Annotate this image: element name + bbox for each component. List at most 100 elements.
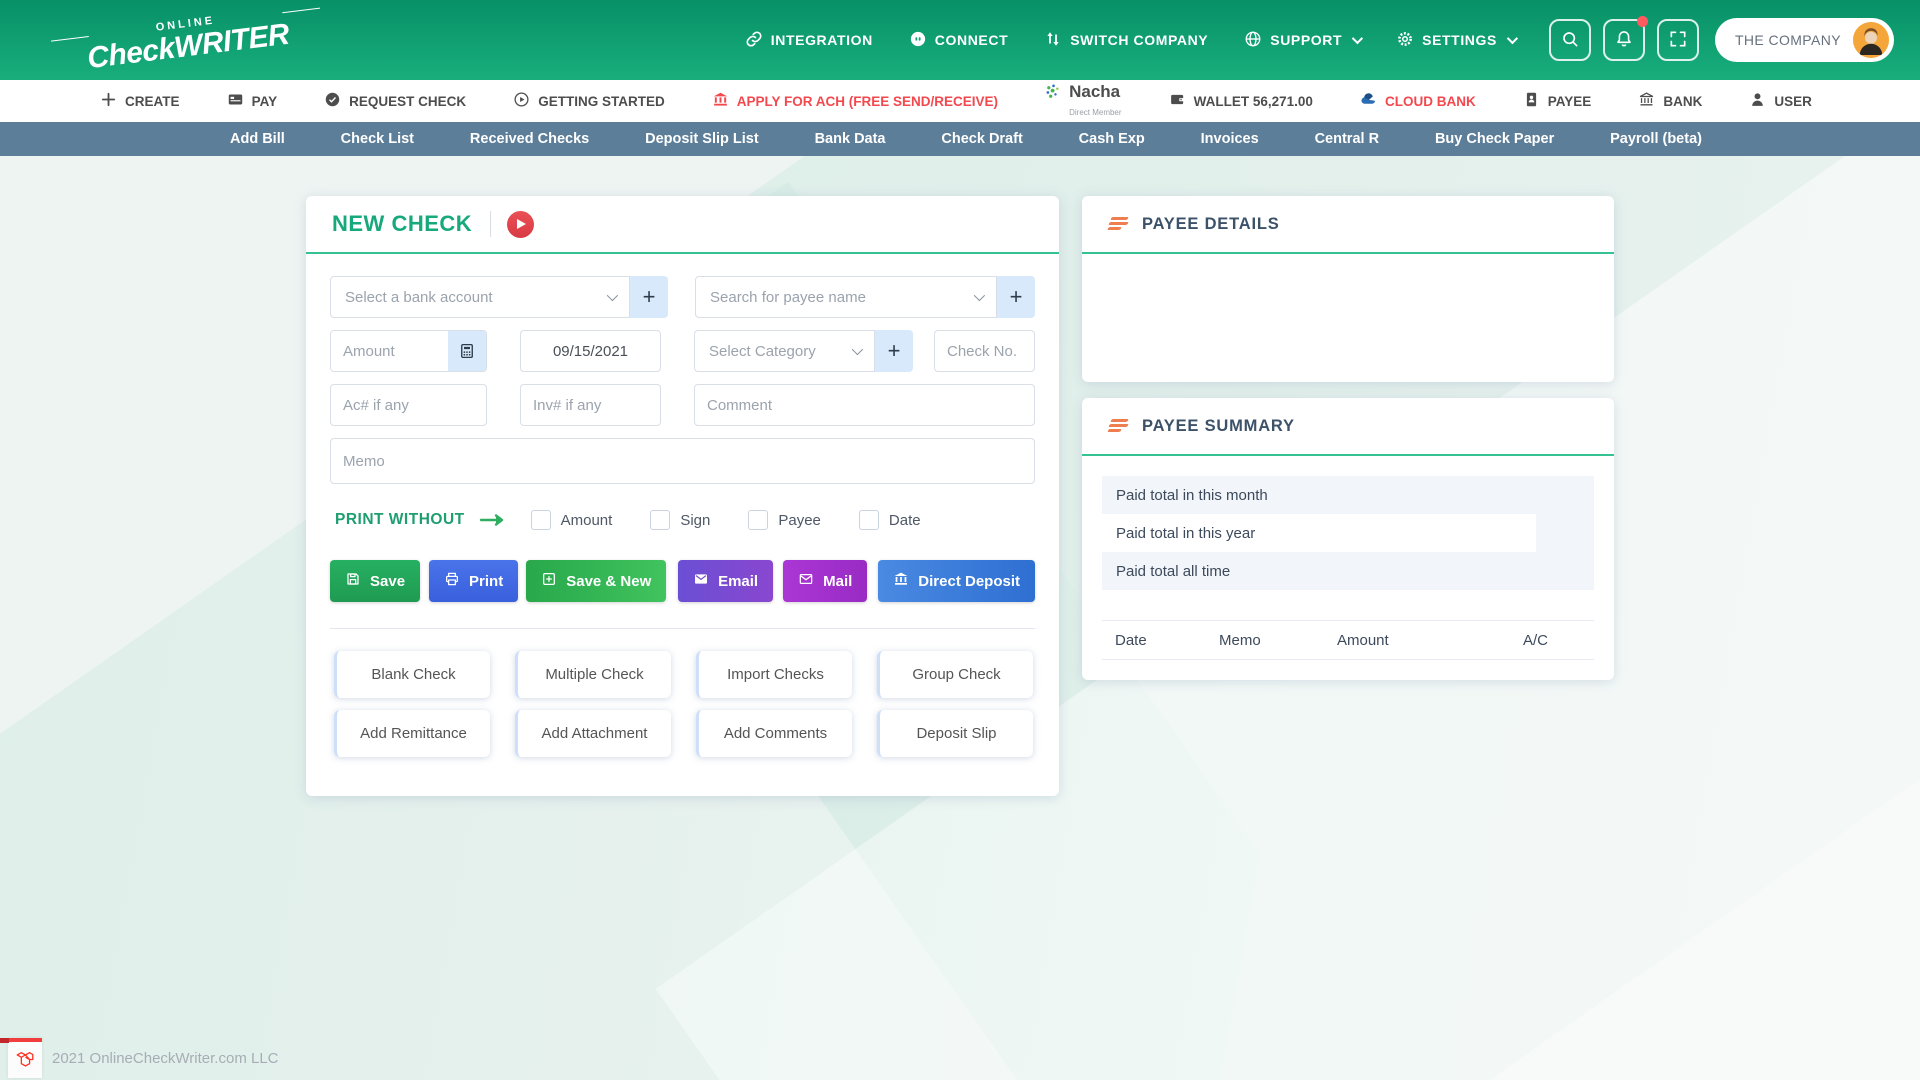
checkbox[interactable]: [748, 510, 768, 530]
bank-account-placeholder: Select a bank account: [345, 289, 493, 306]
email-button[interactable]: Email: [678, 560, 773, 602]
amount-input[interactable]: [331, 331, 448, 371]
toolbar-apply-ach[interactable]: APPLY FOR ACH (FREE SEND/RECEIVE): [712, 91, 998, 111]
button-label: Mail: [823, 573, 852, 590]
header-icon-buttons: [1549, 19, 1699, 61]
toolbar-user[interactable]: USER: [1749, 91, 1812, 111]
bank-account-select[interactable]: Select a bank account: [330, 276, 630, 318]
laravel-icon[interactable]: [8, 1038, 42, 1078]
nav-switch-company[interactable]: SWITCH COMPANY: [1044, 30, 1208, 51]
subnav-bank-data[interactable]: Bank Data: [815, 131, 886, 147]
button-label: Email: [718, 573, 758, 590]
subnav-invoices[interactable]: Invoices: [1201, 131, 1259, 147]
checkbox-date[interactable]: Date: [859, 510, 921, 530]
checkbox[interactable]: [859, 510, 879, 530]
calculator-icon[interactable]: [448, 331, 486, 371]
toolbar-label: CLOUD BANK: [1385, 94, 1476, 109]
nav-support[interactable]: SUPPORT: [1244, 30, 1360, 51]
cloud-icon: [1360, 91, 1377, 111]
checkbox[interactable]: [531, 510, 551, 530]
new-check-card: NEW CHECK Select a bank account + Search…: [306, 196, 1059, 796]
save-button[interactable]: Save: [330, 560, 420, 602]
mail-button[interactable]: Mail: [783, 560, 867, 602]
checkbox[interactable]: [650, 510, 670, 530]
divider: [490, 211, 491, 237]
toolbar-request-check[interactable]: REQUEST CHECK: [324, 91, 466, 111]
bank-icon: [1638, 91, 1655, 111]
toolbar-pay[interactable]: PAY: [227, 91, 278, 111]
date-input[interactable]: [520, 330, 661, 372]
direct-deposit-button[interactable]: Direct Deposit: [878, 560, 1035, 602]
column-header-ac: A/C: [1477, 632, 1594, 649]
plug-icon: [909, 30, 927, 51]
account-number-input[interactable]: [330, 384, 487, 426]
checkbox-label: Date: [889, 512, 921, 529]
search-button[interactable]: [1549, 19, 1591, 61]
subnav-central-r[interactable]: Central R: [1315, 131, 1379, 147]
nav-settings[interactable]: SETTINGS: [1396, 30, 1515, 51]
wallet-balance: WALLET 56,271.00: [1194, 94, 1313, 109]
import-checks-button[interactable]: Import Checks: [696, 651, 852, 698]
add-payee-button[interactable]: +: [997, 276, 1035, 318]
checkbox-amount[interactable]: Amount: [531, 510, 613, 530]
subnav-deposit-slip-list[interactable]: Deposit Slip List: [645, 131, 759, 147]
subnav-payroll-beta[interactable]: Payroll (beta): [1610, 131, 1702, 147]
app-logo[interactable]: ONLINE CheckWRITER: [84, 6, 291, 73]
toolbar-create[interactable]: CREATE: [100, 91, 180, 111]
save-and-new-button[interactable]: Save & New: [526, 560, 666, 602]
notifications-button[interactable]: [1603, 19, 1645, 61]
multiple-check-button[interactable]: Multiple Check: [515, 651, 671, 698]
add-attachment-button[interactable]: Add Attachment: [515, 710, 671, 757]
company-menu[interactable]: THE COMPANY: [1715, 18, 1894, 62]
new-check-header: NEW CHECK: [306, 196, 1059, 254]
toolbar-getting-started[interactable]: GETTING STARTED: [513, 91, 665, 111]
toolbar-label: USER: [1774, 94, 1812, 109]
payee-summary-card: PAYEE SUMMARY Paid total in this month P…: [1082, 398, 1614, 680]
checkbox-label: Sign: [680, 512, 710, 529]
memo-input[interactable]: [330, 438, 1035, 484]
globe-icon: [1244, 30, 1262, 51]
add-category-button[interactable]: +: [875, 330, 913, 372]
add-comments-button[interactable]: Add Comments: [696, 710, 852, 757]
payee-placeholder: Search for payee name: [710, 289, 866, 306]
swap-vertical-icon: [1044, 30, 1062, 51]
video-help-button[interactable]: [507, 211, 534, 238]
add-remittance-button[interactable]: Add Remittance: [334, 710, 490, 757]
invoice-number-input[interactable]: [520, 384, 661, 426]
print-button[interactable]: Print: [429, 560, 518, 602]
toolbar-bank[interactable]: BANK: [1638, 91, 1702, 111]
nav-integration[interactable]: INTEGRATION: [745, 30, 873, 51]
add-bank-account-button[interactable]: +: [630, 276, 668, 318]
subnav-buy-check-paper[interactable]: Buy Check Paper: [1435, 131, 1554, 147]
checkbox-sign[interactable]: Sign: [650, 510, 710, 530]
app-root: ONLINE CheckWRITER INTEGRATION CONNECT S…: [0, 0, 1920, 1080]
subnav-received-checks[interactable]: Received Checks: [470, 131, 589, 147]
check-number-input[interactable]: [934, 330, 1035, 372]
toolbar-wallet[interactable]: WALLET 56,271.00: [1169, 91, 1313, 111]
deposit-slip-button[interactable]: Deposit Slip: [877, 710, 1033, 757]
checkbox-payee[interactable]: Payee: [748, 510, 821, 530]
group-check-button[interactable]: Group Check: [877, 651, 1033, 698]
subnav-cash-exp[interactable]: Cash Exp: [1079, 131, 1145, 147]
subnav-check-draft[interactable]: Check Draft: [941, 131, 1022, 147]
nacha-name: Nacha: [1069, 82, 1120, 101]
nacha-badge[interactable]: Nacha Direct Member: [1045, 83, 1121, 120]
toolbar-cloud-bank[interactable]: CLOUD BANK: [1360, 91, 1476, 111]
payee-select[interactable]: Search for payee name: [695, 276, 997, 318]
button-label: Print: [469, 573, 503, 590]
card-icon: [227, 91, 244, 111]
subnav-add-bill[interactable]: Add Bill: [230, 131, 285, 147]
wallet-icon: [1169, 91, 1186, 111]
category-select[interactable]: Select Category: [694, 330, 875, 372]
fullscreen-button[interactable]: [1657, 19, 1699, 61]
toolbar-payee[interactable]: PAYEE: [1523, 91, 1592, 111]
chevron-down-icon: [1507, 33, 1518, 44]
nav-connect[interactable]: CONNECT: [909, 30, 1008, 51]
comment-input[interactable]: [694, 384, 1035, 426]
button-label: Save & New: [566, 573, 651, 590]
category-placeholder: Select Category: [709, 343, 816, 360]
sub-navigation: Add Bill Check List Received Checks Depo…: [0, 122, 1920, 156]
subnav-check-list[interactable]: Check List: [341, 131, 414, 147]
blank-check-button[interactable]: Blank Check: [334, 651, 490, 698]
column-header-date: Date: [1115, 632, 1219, 649]
